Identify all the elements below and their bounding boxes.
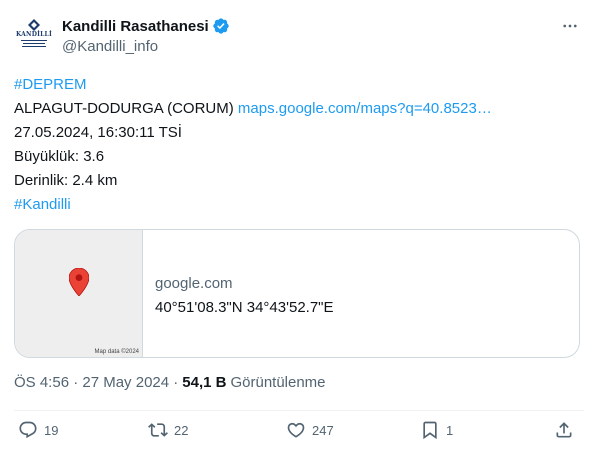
avatar-subtitle-lines — [21, 40, 47, 47]
share-icon — [556, 422, 572, 438]
depth-line: Derinlik: 2.4 km — [14, 172, 118, 189]
retweet-icon — [148, 423, 168, 437]
bookmark-button[interactable]: 1 — [420, 420, 453, 440]
ellipsis-icon — [563, 24, 577, 28]
link-preview-card[interactable]: Map data ©2024 google.com 40°51'08.3"N 3… — [14, 229, 580, 358]
card-coordinates: 40°51'08.3"N 34°43'52.7"E — [155, 299, 334, 316]
map-pin-icon — [69, 268, 89, 296]
handle[interactable]: @Kandilli_info — [62, 38, 158, 55]
timestamp[interactable]: ÖS 4:56 · 27 May 2024 · — [14, 374, 178, 391]
card-domain: google.com — [155, 275, 233, 292]
location-line: ALPAGUT-DODURGA (CORUM) maps.google.com/… — [14, 97, 492, 121]
location-text: ALPAGUT-DODURGA (CORUM) — [14, 100, 234, 117]
maps-link[interactable]: maps.google.com/maps?q=40.8523… — [238, 100, 492, 117]
share-button[interactable] — [554, 420, 574, 440]
verified-badge-icon[interactable] — [212, 17, 230, 35]
reply-count: 19 — [44, 422, 59, 438]
retweet-count: 22 — [174, 422, 189, 438]
heart-icon — [287, 422, 305, 438]
datetime-line: 27.05.2024, 16:30:11 TSİ — [14, 124, 182, 141]
hashtag-kandilli[interactable]: #Kandilli — [14, 193, 492, 217]
avatar[interactable]: KANDİLLİ — [14, 14, 54, 54]
more-options-icon[interactable] — [560, 16, 580, 36]
observatory-logo-icon — [28, 19, 40, 31]
reply-icon — [19, 421, 37, 439]
views-count: 54,1 B — [182, 374, 227, 391]
retweet-button[interactable]: 22 — [148, 420, 188, 440]
bookmark-icon — [423, 421, 437, 440]
map-thumbnail[interactable]: Map data ©2024 — [15, 230, 143, 357]
like-count: 247 — [312, 422, 334, 438]
divider — [14, 410, 584, 411]
views-label: Görüntülenme — [230, 374, 326, 391]
display-name[interactable]: Kandilli Rasathanesi — [62, 18, 209, 35]
avatar-logo-text: KANDİLLİ — [16, 31, 52, 38]
magnitude-line: Büyüklük: 3.6 — [14, 148, 105, 165]
hashtag-deprem[interactable]: #DEPREM — [14, 73, 492, 97]
card-info[interactable]: google.com 40°51'08.3"N 34°43'52.7"E — [143, 230, 579, 357]
map-credit: Map data ©2024 — [94, 349, 139, 355]
tweet-text: #DEPREM ALPAGUT-DODURGA (CORUM) maps.goo… — [14, 73, 492, 217]
like-button[interactable]: 247 — [286, 420, 334, 440]
author-name-row: Kandilli Rasathanesi — [62, 17, 230, 35]
tweet: KANDİLLİ Kandilli Rasathanesi @Kandilli_… — [0, 0, 598, 458]
tweet-meta: ÖS 4:56 · 27 May 2024 · 54,1 B Görüntüle… — [14, 374, 326, 391]
reply-button[interactable]: 19 — [18, 420, 58, 440]
bookmark-count: 1 — [446, 422, 454, 438]
action-bar: 19 22 247 1 — [0, 420, 598, 448]
